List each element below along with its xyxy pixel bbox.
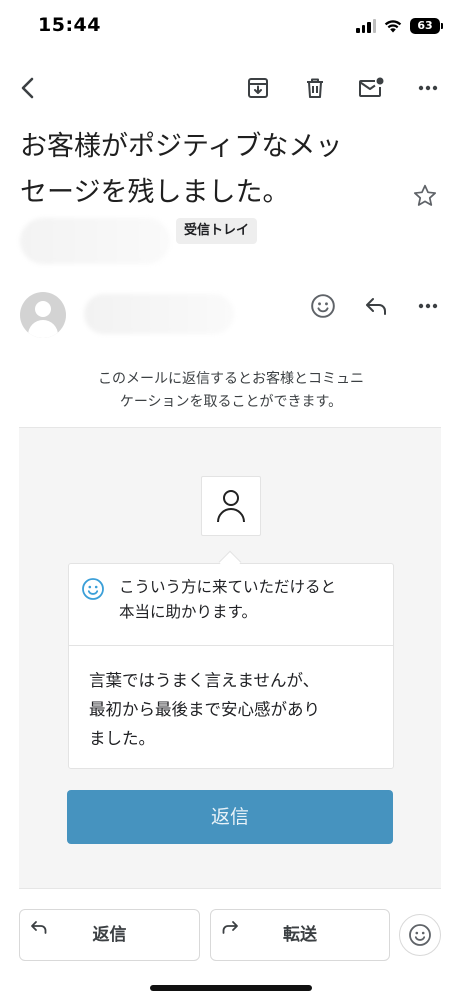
reply-arrow-icon[interactable] — [358, 288, 394, 324]
status-icons: 63 — [356, 18, 443, 34]
reply-notice: このメールに返信するとお客様とコミュニ ケーションを取ることができます。 — [40, 368, 422, 414]
review-body-line-2: 最初から最後まで安心感があり — [89, 700, 320, 719]
review-card-area: こういう方に来ていただけると 本当に助かります。 言葉ではうまく言えませんが、 … — [19, 427, 441, 889]
redacted-sender-name — [84, 294, 234, 334]
forward-button[interactable]: 転送 — [210, 909, 390, 961]
more-icon[interactable] — [410, 70, 446, 106]
wifi-icon — [384, 20, 402, 33]
home-indicator[interactable] — [150, 985, 312, 991]
battery-icon: 63 — [410, 18, 443, 34]
emoji-button[interactable] — [399, 914, 441, 956]
smile-icon — [81, 577, 105, 605]
review-body-line-3: ました。 — [89, 729, 155, 748]
notice-line-2: ケーションを取ることができます。 — [119, 394, 343, 410]
redacted-sender-email — [20, 218, 170, 264]
review-body: 言葉ではうまく言えませんが、 最初から最後まで安心感があり ました。 — [89, 666, 379, 753]
avatar[interactable] — [20, 292, 66, 338]
toolbar — [0, 66, 462, 110]
status-time: 15:44 — [38, 14, 101, 36]
reply-button[interactable]: 返信 — [19, 909, 200, 961]
back-arrow-icon[interactable] — [10, 70, 46, 106]
status-bar: 15:44 63 — [0, 0, 462, 58]
emoji-reaction-icon[interactable] — [305, 288, 341, 324]
inbox-label-chip[interactable]: 受信トレイ — [176, 218, 258, 244]
subject-line-2: セージを残しました。 — [20, 177, 290, 208]
message-more-icon[interactable] — [410, 288, 446, 324]
signal-icon — [356, 19, 376, 33]
review-title-line-2: 本当に助かります。 — [119, 603, 257, 621]
review-bubble: こういう方に来ていただけると 本当に助かります。 言葉ではうまく言えませんが、 … — [68, 563, 394, 769]
card-reply-button[interactable]: 返信 — [67, 790, 393, 844]
review-body-line-1: 言葉ではうまく言えませんが、 — [89, 671, 320, 690]
review-header: こういう方に来ていただけると 本当に助かります。 — [69, 564, 393, 646]
smiley-icon — [409, 924, 431, 946]
star-icon[interactable] — [412, 183, 438, 213]
review-title-line-1: こういう方に来ていただけると — [119, 578, 337, 596]
person-icon — [201, 476, 261, 536]
subject-line-1: お客様がポジティブなメッ — [20, 131, 343, 162]
archive-icon[interactable] — [240, 70, 276, 106]
notice-line-1: このメールに返信するとお客様とコミュニ — [98, 371, 364, 387]
forward-button-label: 転送 — [283, 925, 317, 945]
review-title: こういう方に来ていただけると 本当に助かります。 — [119, 575, 385, 625]
email-subject: お客様がポジティブなメッ セージを残しました。 — [20, 124, 390, 216]
mark-unread-icon[interactable] — [353, 70, 389, 106]
trash-icon[interactable] — [297, 70, 333, 106]
reply-button-label: 返信 — [92, 925, 127, 945]
